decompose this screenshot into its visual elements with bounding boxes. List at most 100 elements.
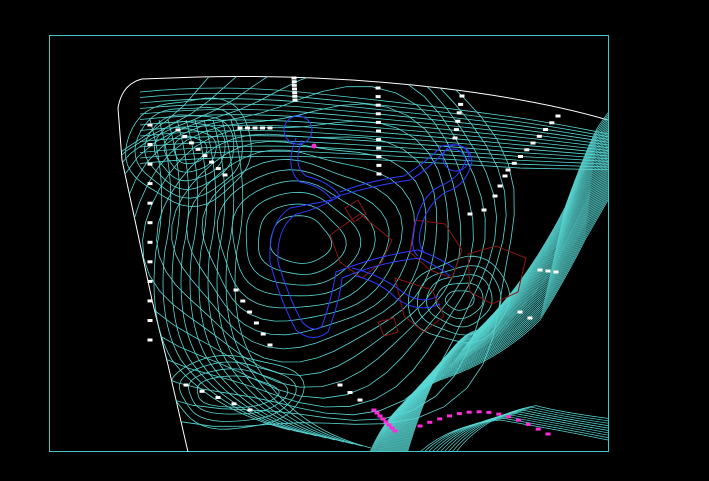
- elevation-label-8: [375, 95, 381, 99]
- pink-marker-6: [389, 426, 395, 430]
- elevation-label-49: [202, 154, 208, 158]
- elevation-label-0: [291, 76, 297, 80]
- pink-marker-18: [516, 418, 521, 422]
- elevation-label-36: [147, 182, 153, 186]
- pink-marker-3: [380, 417, 386, 421]
- elevation-label-28: [530, 141, 536, 145]
- elevation-label-45: [175, 128, 181, 132]
- elevation-label-21: [455, 119, 461, 123]
- elevation-label-25: [549, 121, 555, 125]
- pink-marker-9: [427, 420, 433, 424]
- elevation-label-37: [147, 201, 153, 205]
- elevation-label-70: [497, 184, 503, 188]
- elevation-label-63: [267, 343, 273, 347]
- elevation-label-60: [247, 310, 253, 314]
- elevation-label-17: [376, 172, 382, 176]
- elevation-label-59: [240, 299, 246, 303]
- elevation-label-53: [237, 126, 243, 130]
- pink-marker-21: [545, 432, 551, 436]
- pink-marker-16: [496, 412, 502, 416]
- elevation-label-62: [260, 332, 266, 336]
- pink-marker-8: [417, 424, 423, 428]
- elevation-label-9: [375, 103, 381, 107]
- elevation-label-76: [553, 270, 559, 274]
- pink-marker-15: [486, 410, 492, 414]
- elevation-label-38: [147, 221, 153, 225]
- elevation-label-58: [233, 288, 239, 292]
- pink-marker-10: [437, 417, 443, 421]
- elevation-label-77: [337, 383, 343, 387]
- elevation-label-67: [231, 402, 237, 406]
- elevation-label-30: [518, 155, 523, 158]
- pink-marker-0: [371, 408, 377, 412]
- elevation-label-42: [147, 299, 153, 303]
- elevation-label-35: [147, 162, 153, 166]
- elevation-label-3: [292, 87, 297, 91]
- pink-marker-7: [392, 429, 398, 433]
- elevation-label-61: [253, 321, 259, 325]
- elevation-label-74: [537, 268, 543, 272]
- elevation-label-6: [292, 98, 298, 102]
- elevation-label-26: [543, 128, 548, 131]
- elevation-label-64: [183, 383, 189, 387]
- elevation-label-69: [492, 194, 498, 198]
- elevation-label-52: [222, 173, 228, 177]
- pink-marker-4: [383, 420, 389, 424]
- elevation-label-65: [199, 389, 205, 393]
- pink-marker-20: [535, 427, 541, 431]
- elevation-label-40: [147, 260, 153, 264]
- pink-marker-14: [476, 410, 482, 414]
- elevation-label-27: [536, 134, 542, 138]
- pink-marker-11: [447, 414, 452, 418]
- elevation-label-13: [376, 138, 382, 142]
- elevation-label-54: [245, 126, 250, 130]
- elevation-label-71: [502, 174, 508, 178]
- elevation-label-43: [147, 319, 153, 322]
- elevation-label-18: [459, 94, 465, 98]
- elevation-label-46: [182, 134, 188, 138]
- elevation-label-20: [456, 111, 462, 115]
- elevation-label-57: [267, 126, 273, 130]
- pink-marker-12: [456, 412, 462, 416]
- pink-marker-13: [466, 410, 472, 414]
- elevation-label-79: [357, 398, 363, 402]
- elevation-label-15: [376, 155, 382, 159]
- elevation-label-66: [215, 396, 221, 399]
- elevation-label-32: [505, 168, 511, 172]
- elevation-label-4: [292, 91, 298, 95]
- elevation-label-41: [147, 279, 153, 283]
- elevation-label-23: [452, 136, 458, 140]
- elevation-label-55: [252, 126, 258, 130]
- elevation-label-80: [467, 212, 473, 216]
- elevation-label-34: [147, 143, 153, 146]
- drawing-background: [0, 0, 709, 481]
- pink-marker-17: [506, 415, 512, 419]
- elevation-label-48: [195, 147, 201, 151]
- elevation-label-44: [147, 338, 153, 342]
- elevation-label-1: [291, 80, 297, 84]
- elevation-label-33: [147, 123, 153, 127]
- elevation-label-39: [147, 240, 153, 244]
- elevation-label-31: [511, 161, 517, 165]
- elevation-label-72: [517, 310, 523, 314]
- elevation-label-51: [215, 167, 221, 171]
- elevation-label-2: [291, 83, 297, 87]
- elevation-label-73: [527, 316, 533, 320]
- pink-marker-1: [374, 411, 380, 415]
- elevation-label-10: [375, 112, 381, 116]
- cad-drawing-canvas[interactable]: [0, 0, 709, 481]
- elevation-label-22: [453, 128, 459, 132]
- pink-marker-2: [377, 414, 383, 418]
- elevation-label-11: [375, 120, 381, 124]
- elevation-label-47: [188, 141, 194, 145]
- elevation-label-68: [247, 408, 253, 412]
- elevation-label-5: [292, 94, 298, 98]
- elevation-label-78: [347, 391, 353, 394]
- elevation-label-24: [555, 114, 561, 118]
- elevation-label-56: [260, 126, 265, 130]
- pink-marker-19: [525, 422, 531, 426]
- pink-marker-5: [386, 423, 392, 427]
- elevation-label-81: [481, 208, 487, 212]
- elevation-label-50: [209, 160, 215, 164]
- elevation-label-7: [375, 86, 381, 90]
